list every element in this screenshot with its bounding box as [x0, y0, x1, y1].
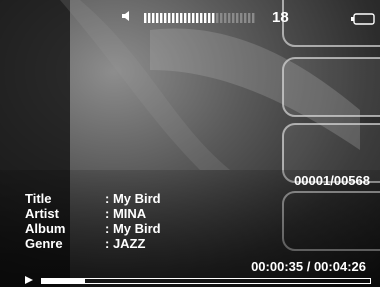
volume-segment	[192, 13, 195, 23]
track-counter: 00001/00568	[294, 173, 370, 188]
volume-segment	[212, 13, 215, 23]
volume-segment	[244, 13, 247, 23]
volume-segment	[232, 13, 235, 23]
music-player-screen: 18 00001/00568 Title : My Bird Artist : …	[0, 0, 380, 287]
volume-segment	[252, 13, 255, 23]
volume-value: 18	[272, 9, 289, 26]
play-icon[interactable]	[24, 275, 34, 285]
volume-segment	[156, 13, 159, 23]
volume-segment	[180, 13, 183, 23]
artist-value: : MINA	[105, 206, 147, 221]
artist-label: Artist	[25, 206, 59, 221]
volume-segment	[240, 13, 243, 23]
genre-label: Genre	[25, 236, 63, 251]
volume-segment	[200, 13, 203, 23]
volume-segment	[208, 13, 211, 23]
artwork-swoosh	[60, 0, 230, 170]
volume-segment	[236, 13, 239, 23]
volume-segment	[164, 13, 167, 23]
volume-segment	[184, 13, 187, 23]
volume-level-bar[interactable]	[144, 13, 256, 23]
time-readout: 00:00:35 / 00:04:26	[251, 259, 366, 274]
speaker-icon	[122, 11, 129, 21]
volume-segment	[228, 13, 231, 23]
volume-segment	[248, 13, 251, 23]
volume-segment	[224, 13, 227, 23]
progress-fill	[42, 279, 85, 283]
volume-segment	[196, 13, 199, 23]
volume-segment	[204, 13, 207, 23]
volume-segment	[216, 13, 219, 23]
volume-segment	[176, 13, 179, 23]
volume-segment	[220, 13, 223, 23]
volume-segment	[152, 13, 155, 23]
volume-segment	[160, 13, 163, 23]
title-value: : My Bird	[105, 191, 161, 206]
genre-value: : JAZZ	[105, 236, 146, 251]
album-label: Album	[25, 221, 66, 236]
volume-segment	[172, 13, 175, 23]
volume-segment	[168, 13, 171, 23]
title-label: Title	[25, 191, 52, 206]
album-value: : My Bird	[105, 221, 161, 236]
volume-segment	[148, 13, 151, 23]
volume-segment	[144, 13, 147, 23]
volume-segment	[188, 13, 191, 23]
progress-bar[interactable]	[41, 278, 371, 284]
battery-icon	[351, 13, 375, 25]
